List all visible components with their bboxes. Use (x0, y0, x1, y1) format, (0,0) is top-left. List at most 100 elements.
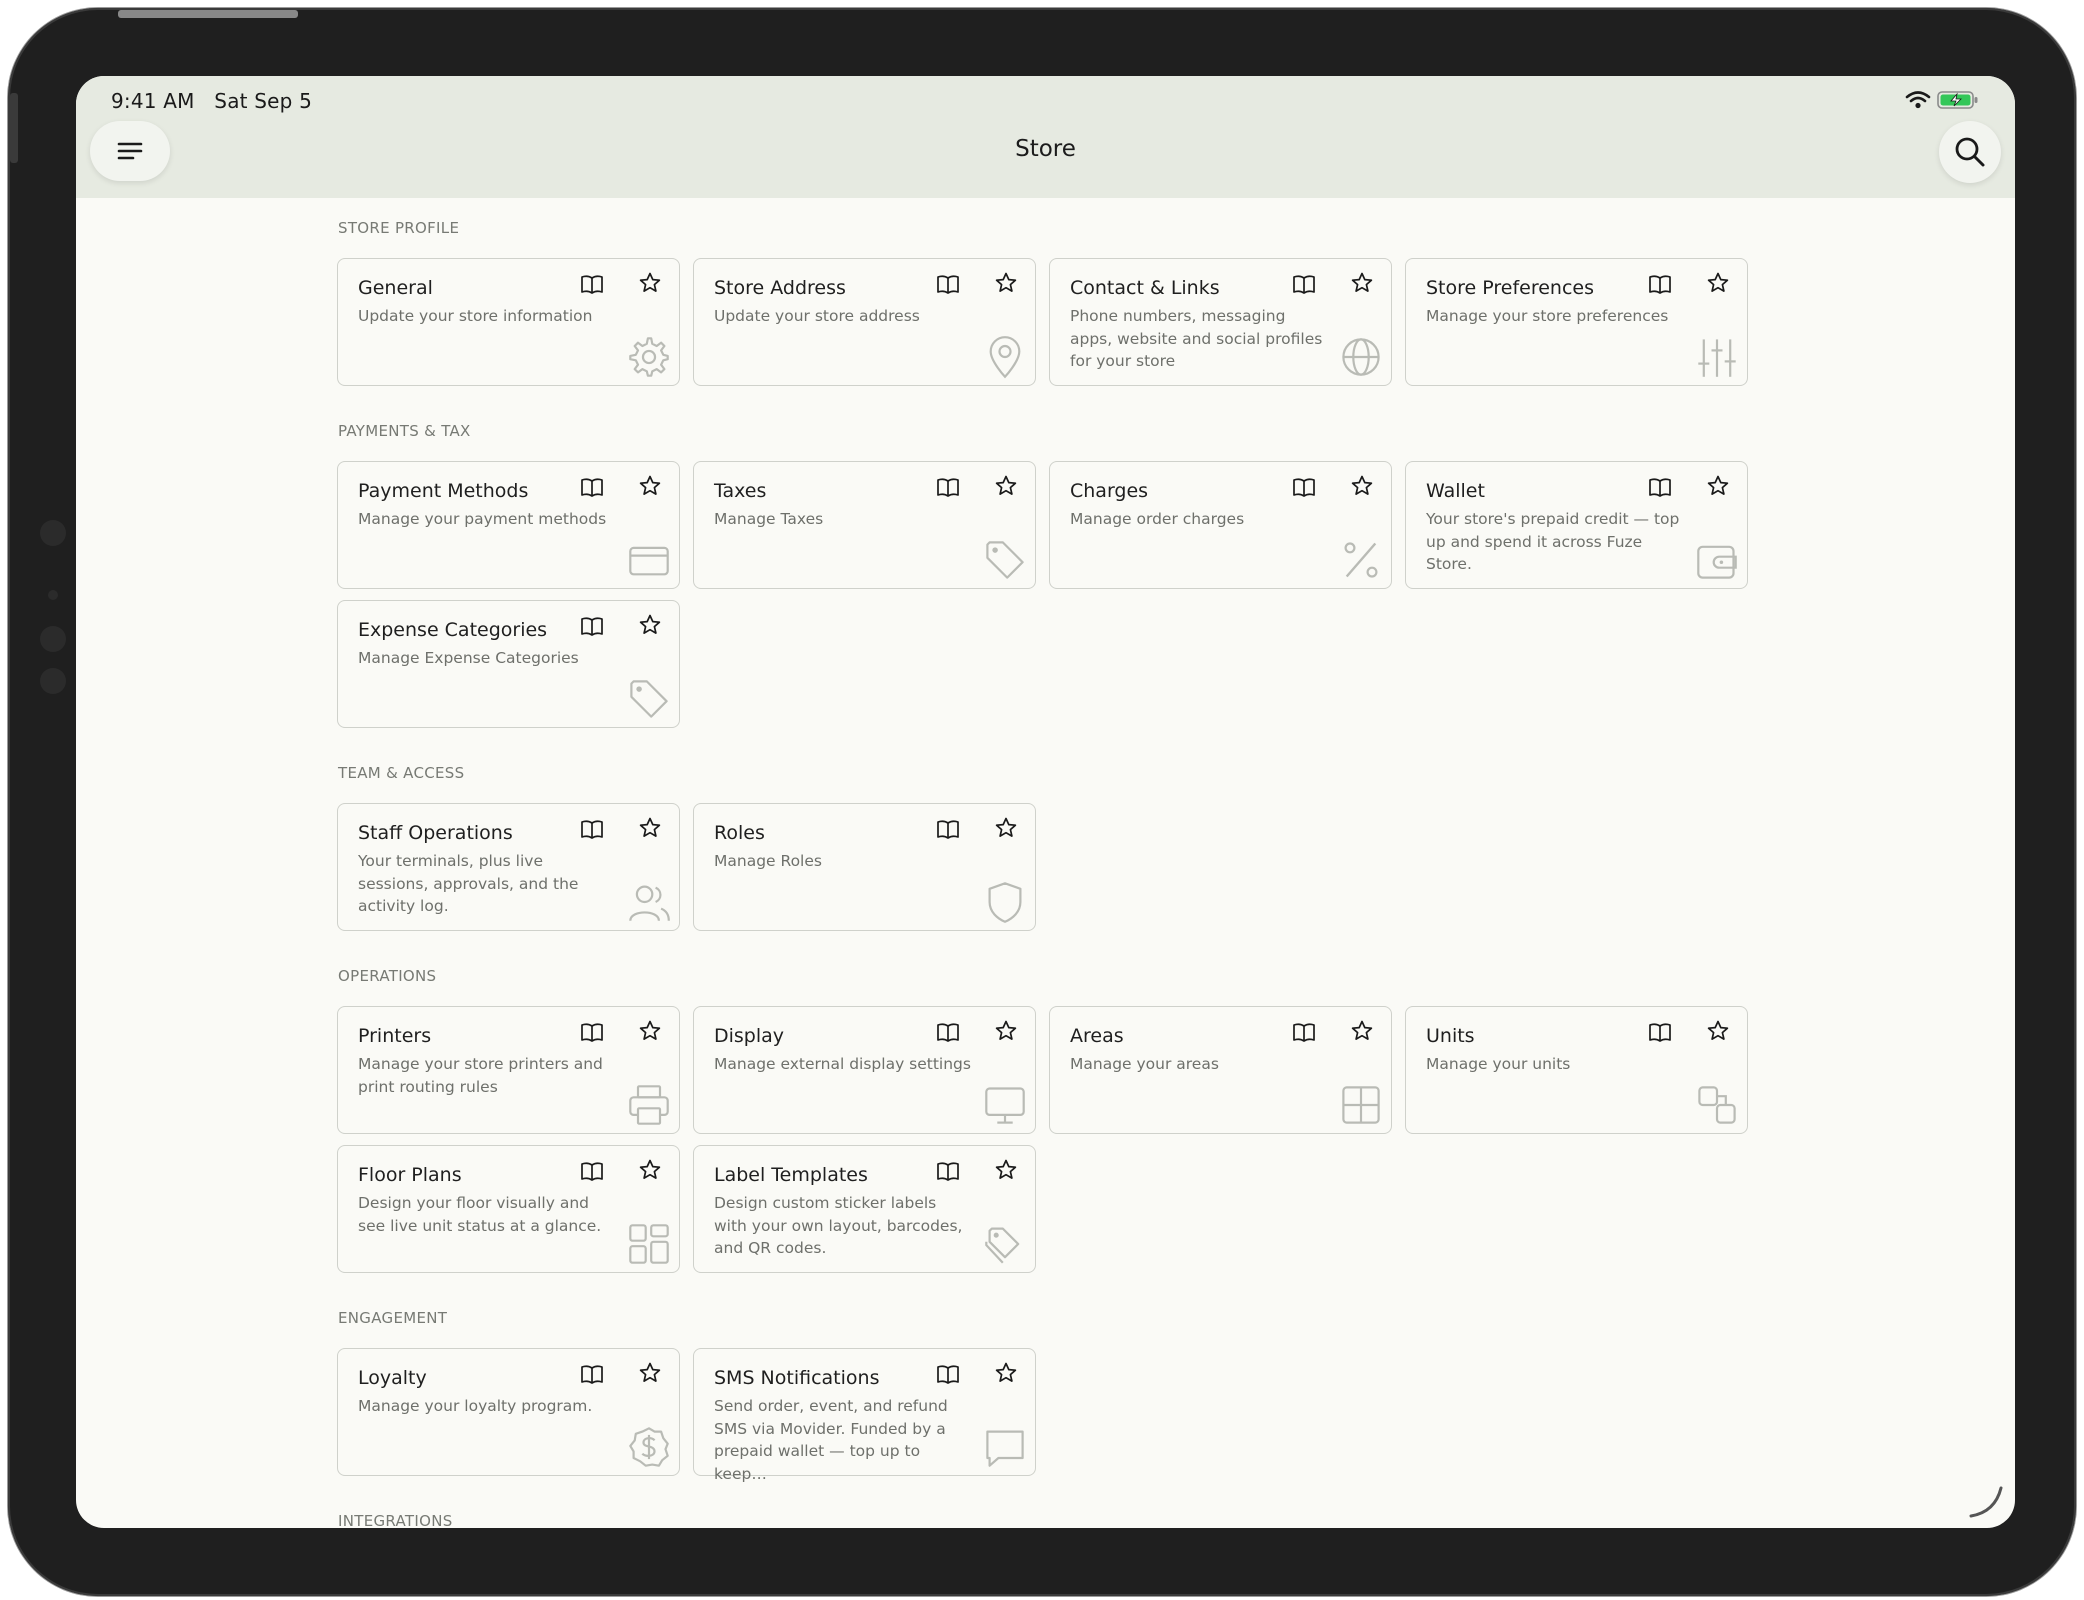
favorite-button[interactable] (638, 1361, 662, 1389)
docs-button[interactable] (1648, 1021, 1672, 1047)
favorite-button[interactable] (638, 613, 662, 641)
globe-icon (1342, 338, 1380, 376)
favorite-button[interactable] (1706, 474, 1730, 502)
card-title: Store Address (714, 277, 846, 299)
book-icon (581, 1023, 603, 1042)
star-icon (995, 1159, 1017, 1179)
settings-card-contact-and-links[interactable]: Contact & Links Phone numbers, messaging … (1049, 258, 1392, 386)
settings-card-payment-methods[interactable]: Payment Methods Manage your payment metho… (337, 461, 680, 589)
favorite-button[interactable] (638, 271, 662, 299)
settings-card-roles[interactable]: Roles Manage Roles (693, 803, 1036, 931)
favorite-button[interactable] (1350, 474, 1374, 502)
card-description: Manage external display settings (714, 1055, 971, 1073)
wallet-icon (1697, 545, 1737, 579)
favorite-button[interactable] (994, 816, 1018, 844)
favorite-button[interactable] (994, 1158, 1018, 1186)
docs-button[interactable] (580, 615, 604, 641)
card-title: Wallet (1426, 480, 1485, 502)
docs-button[interactable] (1292, 476, 1316, 502)
tags-icon (985, 1227, 1020, 1264)
favorite-button[interactable] (994, 271, 1018, 299)
search-button[interactable] (1939, 121, 2001, 183)
percent-icon (1344, 542, 1378, 578)
card-description: Manage your units (1426, 1055, 1571, 1073)
star-icon (995, 272, 1017, 292)
settings-card-floor-plans[interactable]: Floor Plans Design your floor visually an… (337, 1145, 680, 1273)
layout-icon (629, 1224, 669, 1264)
status-date: Sat Sep 5 (214, 89, 313, 113)
book-icon (581, 1162, 603, 1181)
docs-button[interactable] (936, 1363, 960, 1389)
docs-button[interactable] (936, 476, 960, 502)
docs-button[interactable] (936, 1160, 960, 1186)
docs-button[interactable] (936, 273, 960, 299)
settings-card-label-templates[interactable]: Label Templates Design custom sticker lab… (693, 1145, 1036, 1273)
card-title: Printers (358, 1025, 432, 1047)
docs-button[interactable] (936, 818, 960, 844)
card-description: Manage your loyalty program. (358, 1397, 593, 1415)
favorite-button[interactable] (1706, 271, 1730, 299)
docs-button[interactable] (1648, 476, 1672, 502)
favorite-button[interactable] (1350, 1019, 1374, 1047)
favorite-button[interactable] (994, 1019, 1018, 1047)
card-title: Units (1426, 1025, 1475, 1047)
favorite-button[interactable] (638, 1158, 662, 1186)
sliders-icon (1698, 339, 1736, 377)
location-pin-icon (989, 336, 1021, 379)
card-description: Design custom sticker labels with your o… (714, 1194, 963, 1257)
book-icon (937, 478, 959, 497)
card-title: Store Preferences (1426, 277, 1595, 299)
message-icon (986, 1430, 1024, 1467)
docs-button[interactable] (1292, 1021, 1316, 1047)
shield-icon (988, 882, 1022, 923)
settings-card-areas[interactable]: Areas Manage your areas (1049, 1006, 1392, 1134)
book-icon (937, 275, 959, 294)
settings-card-general[interactable]: General Update your store information (337, 258, 680, 386)
settings-card-display[interactable]: Display Manage external display settings (693, 1006, 1036, 1134)
settings-card-loyalty[interactable]: Loyalty Manage your loyalty program. (337, 1348, 680, 1476)
card-title: Display (714, 1025, 785, 1047)
settings-card-staff-operations[interactable]: Staff Operations Your terminals, plus liv… (337, 803, 680, 931)
battery-charging-icon (1937, 91, 1978, 109)
docs-button[interactable] (580, 273, 604, 299)
star-icon (639, 1159, 661, 1179)
favorite-button[interactable] (994, 474, 1018, 502)
settings-card-printers[interactable]: Printers Manage your store printers and p… (337, 1006, 680, 1134)
book-icon (937, 820, 959, 839)
section-label-integrations: INTEGRATIONS (338, 1512, 453, 1528)
docs-button[interactable] (580, 476, 604, 502)
docs-button[interactable] (1648, 273, 1672, 299)
shapes-icon (1698, 1086, 1736, 1124)
favorite-button[interactable] (1706, 1019, 1730, 1047)
docs-button[interactable] (936, 1021, 960, 1047)
book-icon (581, 275, 603, 294)
docs-button[interactable] (580, 1363, 604, 1389)
settings-card-units[interactable]: Units Manage your units (1405, 1006, 1748, 1134)
settings-card-expense-categories[interactable]: Expense Categories Manage Expense Categor… (337, 600, 680, 728)
settings-card-wallet[interactable]: Wallet Your store's prepaid credit — top … (1405, 461, 1748, 589)
settings-card-taxes[interactable]: Taxes Manage Taxes (693, 461, 1036, 589)
book-icon (581, 478, 603, 497)
favorite-button[interactable] (638, 1019, 662, 1047)
device-sensor (40, 626, 66, 652)
docs-button[interactable] (580, 1160, 604, 1186)
docs-button[interactable] (580, 818, 604, 844)
card-description: Manage your store printers and print rou… (358, 1055, 603, 1096)
docs-button[interactable] (1292, 273, 1316, 299)
book-icon (937, 1365, 959, 1384)
star-icon (639, 272, 661, 292)
favorite-button[interactable] (638, 816, 662, 844)
card-description: Manage your areas (1070, 1055, 1219, 1073)
settings-card-store-preferences[interactable]: Store Preferences Manage your store prefe… (1405, 258, 1748, 386)
settings-card-store-address[interactable]: Store Address Update your store address (693, 258, 1036, 386)
docs-button[interactable] (580, 1021, 604, 1047)
settings-card-sms-notifications[interactable]: SMS Notifications Send order, event, and … (693, 1348, 1036, 1483)
card-description: Manage your store preferences (1426, 307, 1669, 325)
page-title: Store (1015, 136, 1076, 162)
favorite-button[interactable] (638, 474, 662, 502)
favorite-button[interactable] (1350, 271, 1374, 299)
gear-icon (629, 337, 669, 377)
section-label-payments-and-tax: PAYMENTS & TAX (338, 422, 471, 440)
favorite-button[interactable] (994, 1361, 1018, 1389)
settings-card-charges[interactable]: Charges Manage order charges (1049, 461, 1392, 589)
